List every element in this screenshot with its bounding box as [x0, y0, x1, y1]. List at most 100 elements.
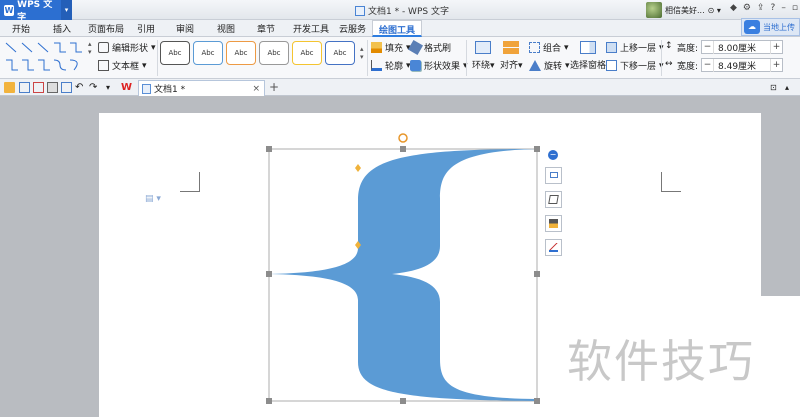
- format-painter-button[interactable]: 格式刷: [407, 39, 451, 56]
- wps-app-menu-button[interactable]: W WPS 文字 ▾: [0, 0, 72, 23]
- layout-options-button[interactable]: [545, 167, 562, 184]
- rotate-handle-icon[interactable]: [398, 133, 408, 143]
- height-increase-button[interactable]: +: [771, 42, 782, 52]
- text-box-button[interactable]: 文本框 ▾: [98, 59, 147, 72]
- shape-style-2[interactable]: Abc: [193, 41, 223, 65]
- customize-toolbar-icon[interactable]: ▾: [106, 82, 117, 93]
- redo-icon[interactable]: ↷: [89, 82, 100, 93]
- shape-style-4[interactable]: Abc: [259, 41, 289, 65]
- left-brace-shape[interactable]: [269, 149, 537, 401]
- tab-developer[interactable]: 开发工具: [293, 22, 329, 35]
- fill-button[interactable]: 填充▾: [371, 41, 411, 54]
- edit-points-button[interactable]: [545, 191, 562, 208]
- tab-cloud[interactable]: 云服务: [339, 22, 366, 35]
- align-icon: [503, 41, 520, 54]
- tab-review[interactable]: 审阅: [176, 22, 194, 35]
- layout-icon: [550, 172, 558, 178]
- help-icon[interactable]: ?: [771, 3, 776, 13]
- cloud-icon: ☁: [744, 20, 760, 34]
- chevron-down-icon: ▾: [564, 42, 569, 53]
- shape-fill-button[interactable]: [545, 215, 562, 232]
- text-wrap-icon: [475, 41, 492, 54]
- shape-gallery-scroll[interactable]: ▴ ▾: [88, 40, 92, 56]
- tab-insert[interactable]: 插入: [53, 22, 71, 35]
- open-icon[interactable]: [4, 82, 15, 93]
- group-label: 组合: [543, 44, 562, 54]
- selected-shape[interactable]: [262, 130, 547, 410]
- height-label: 高度:: [677, 44, 699, 54]
- close-icon[interactable]: ×: [252, 84, 260, 94]
- width-stepper[interactable]: − 8.49厘米 +: [701, 58, 783, 72]
- align-button[interactable]: 对齐▾: [500, 41, 523, 71]
- text-box-label: 文本框: [112, 62, 140, 72]
- edit-shape-button[interactable]: 编辑形状 ▾: [98, 41, 156, 54]
- width-decrease-button[interactable]: −: [702, 60, 713, 70]
- add-tab-button[interactable]: +: [269, 80, 279, 94]
- tab-references[interactable]: 引用: [137, 22, 155, 35]
- width-icon: ↔: [665, 59, 673, 69]
- user-dropdown-icon[interactable]: ⊙ ▾: [708, 6, 721, 15]
- collapse-icon[interactable]: −: [548, 150, 558, 160]
- window-title-text: 文档1 * - WPS 文字: [368, 7, 449, 17]
- minimize-icon[interactable]: –: [781, 3, 786, 13]
- share-icon[interactable]: ⇪: [757, 3, 765, 13]
- title-bar: W WPS 文字 ▾ 文档1 * - WPS 文字 相信美好... ⊙ ▾ ◆ …: [0, 0, 800, 23]
- styles-scroll[interactable]: ▴ ▾: [360, 45, 364, 61]
- shape-style-5[interactable]: Abc: [292, 41, 322, 65]
- rotate-icon: [529, 60, 541, 71]
- tab-sections[interactable]: 章节: [257, 22, 275, 35]
- group-button[interactable]: 组合 ▾: [529, 41, 569, 54]
- settings-icon[interactable]: ⚙: [743, 3, 751, 13]
- cloud-upload-button[interactable]: ☁ 当地上传: [741, 18, 800, 36]
- shape-style-6[interactable]: Abc: [325, 41, 355, 65]
- tab-start[interactable]: 开始: [12, 22, 30, 35]
- paste-options-icon[interactable]: ▤ ▾: [145, 194, 161, 204]
- height-stepper[interactable]: − 8.00厘米 +: [701, 40, 783, 54]
- user-account[interactable]: 相信美好... ⊙ ▾: [646, 2, 721, 18]
- group-icon: [529, 42, 540, 53]
- shape-effects-icon: [410, 60, 421, 71]
- shape-outline-button[interactable]: [545, 239, 562, 256]
- height-input[interactable]: 8.00厘米: [713, 40, 771, 54]
- tab-drawing-tools[interactable]: 绘图工具: [372, 20, 423, 37]
- window-title: 文档1 * - WPS 文字: [355, 4, 449, 17]
- tab-page-layout[interactable]: 页面布局: [88, 22, 124, 35]
- rotate-button[interactable]: 旋转 ▾: [529, 59, 570, 72]
- skin-icon[interactable]: ◆: [730, 3, 737, 13]
- tab-document[interactable]: 文档1 * ×: [138, 80, 265, 96]
- app-menu-dropdown-icon[interactable]: ▾: [60, 0, 72, 20]
- selection-pane-button[interactable]: 选择窗格: [570, 41, 606, 71]
- outline-button[interactable]: 轮廓 ▾: [371, 59, 411, 72]
- shape-style-3[interactable]: Abc: [226, 41, 256, 65]
- wps-home-icon[interactable]: W: [121, 82, 132, 93]
- undo-icon[interactable]: ↶: [75, 82, 86, 93]
- avatar[interactable]: [646, 2, 662, 18]
- shape-effects-label: 形状效果: [424, 62, 461, 72]
- edit-points-icon: [548, 195, 559, 204]
- print-icon[interactable]: [47, 82, 58, 93]
- height-decrease-button[interactable]: −: [702, 42, 713, 52]
- save-icon[interactable]: [19, 82, 30, 93]
- restore-icon[interactable]: ▫: [792, 3, 798, 13]
- expand-icon[interactable]: ▴: [785, 82, 796, 93]
- width-increase-button[interactable]: +: [771, 60, 782, 70]
- fill-bucket-icon: [549, 219, 558, 228]
- wrap-button[interactable]: 环绕▾: [472, 41, 495, 71]
- outline-pen-icon: [549, 243, 558, 252]
- send-backward-icon: [606, 60, 617, 71]
- line-shapes-icon: [5, 42, 82, 71]
- tab-view[interactable]: 视图: [217, 22, 235, 35]
- send-backward-button[interactable]: 下移一层▾: [606, 59, 664, 72]
- send-backward-label: 下移一层: [620, 62, 657, 72]
- shape-effects-button[interactable]: 形状效果▾: [410, 59, 468, 72]
- print-preview-icon[interactable]: [61, 82, 72, 93]
- bring-forward-label: 上移一层: [620, 44, 657, 54]
- collapse-ribbon-icon[interactable]: ⊡: [770, 82, 781, 93]
- bring-forward-button[interactable]: 上移一层▾: [606, 41, 664, 54]
- shape-gallery[interactable]: [4, 40, 86, 74]
- shape-style-1[interactable]: Abc: [160, 41, 190, 65]
- divider: [661, 40, 662, 76]
- width-input[interactable]: 8.49厘米: [713, 58, 771, 72]
- export-pdf-icon[interactable]: [33, 82, 44, 93]
- rotate-label: 旋转: [544, 62, 563, 72]
